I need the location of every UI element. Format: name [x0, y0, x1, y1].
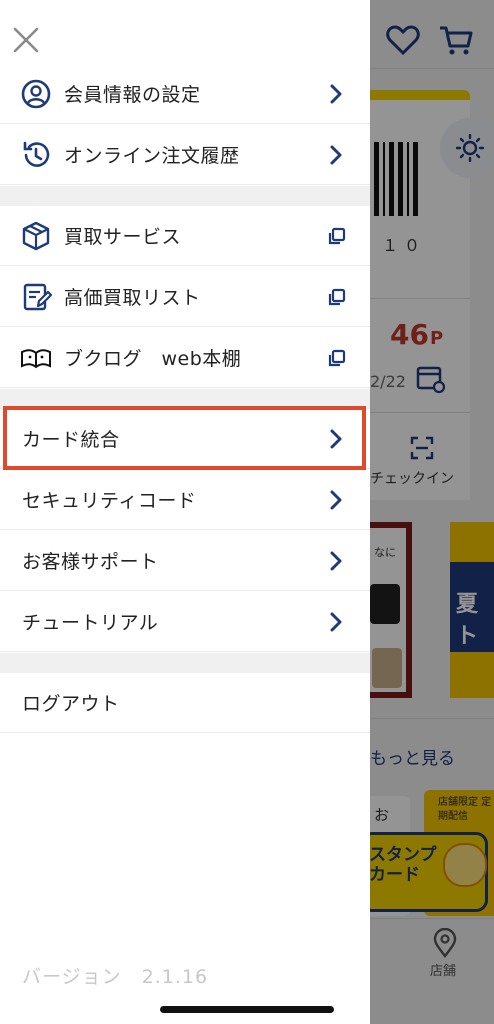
chevron-right-icon: [330, 612, 342, 631]
menu-item-logout[interactable]: ログアウト: [0, 673, 370, 733]
menu-item-label: オンライン注文履歴: [64, 145, 240, 167]
chevron-right-icon: [330, 145, 342, 164]
book-icon: [21, 348, 51, 368]
menu-item-label: ブクログ web本棚: [64, 348, 242, 370]
chevron-right-icon: [330, 551, 342, 570]
menu-item-tutorial[interactable]: チュートリアル: [0, 592, 370, 652]
menu-item-security-code[interactable]: セキュリティコード: [0, 470, 370, 530]
external-link-icon: [328, 288, 346, 305]
history-icon: [23, 141, 50, 167]
highlight-box: [3, 406, 366, 470]
logout-label: ログアウト: [22, 693, 120, 715]
version-text: バージョン 2.1.16: [22, 966, 209, 988]
menu-item-label: セキュリティコード: [22, 490, 197, 512]
home-indicator[interactable]: [160, 1006, 334, 1013]
menu-item-order-history[interactable]: オンライン注文履歴: [0, 125, 370, 185]
section-separator: [0, 653, 370, 673]
dim-overlay[interactable]: [370, 0, 494, 1024]
box-icon: [22, 221, 50, 250]
close-icon[interactable]: [12, 26, 40, 54]
menu-item-buyback-service[interactable]: 買取サービス: [0, 206, 370, 266]
menu-item-booklog[interactable]: ブクログ web本棚: [0, 328, 370, 388]
section-separator: [0, 186, 370, 206]
edit-list-icon: [23, 283, 52, 310]
menu-item-label: チュートリアル: [22, 612, 159, 634]
menu-item-label: お客様サポート: [22, 551, 159, 573]
menu-item-high-price-list[interactable]: 高価買取リスト: [0, 267, 370, 327]
user-circle-icon: [21, 79, 51, 108]
menu-item-label: 買取サービス: [64, 226, 182, 248]
side-drawer: 会員情報の設定 オンライン注文履歴 買取サービス 高価買取リスト ブクログ we…: [0, 0, 370, 1024]
menu-item-label: 会員情報の設定: [64, 84, 201, 106]
chevron-right-icon: [330, 490, 342, 509]
external-link-icon: [328, 227, 346, 244]
menu-item-member-settings[interactable]: 会員情報の設定: [0, 64, 370, 124]
menu-item-customer-support[interactable]: お客様サポート: [0, 531, 370, 591]
external-link-icon: [328, 349, 346, 366]
chevron-right-icon: [330, 84, 342, 103]
menu-item-label: 高価買取リスト: [64, 287, 201, 309]
